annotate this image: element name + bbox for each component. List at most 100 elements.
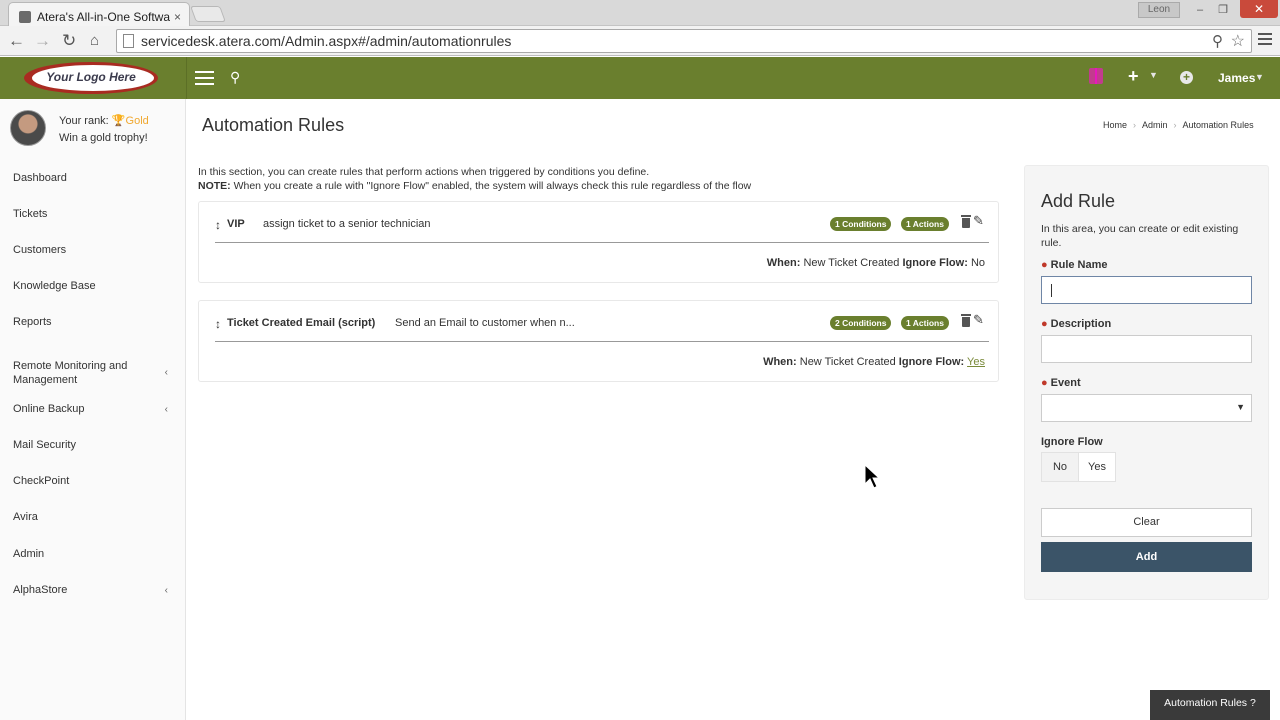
- event-label: ● Event: [1041, 377, 1081, 389]
- actions-badge[interactable]: 1 Actions: [901, 316, 949, 330]
- add-new-caret-icon[interactable]: ▼: [1149, 70, 1158, 80]
- restore-icon[interactable]: ❐: [1215, 2, 1231, 18]
- ignore-flow-label: Ignore Flow:: [902, 257, 968, 269]
- required-marker-icon: ●: [1041, 318, 1048, 330]
- sidebar-item-remote-monitoring-and-management[interactable]: Remote Monitoring and Management ‹: [0, 358, 168, 388]
- sidebar-item-customers[interactable]: Customers: [0, 243, 185, 257]
- hamburger-menu-icon[interactable]: [195, 71, 214, 85]
- logo-text: Your Logo Here: [46, 70, 136, 84]
- ignore-flow-value[interactable]: Yes: [967, 356, 985, 368]
- address-bar[interactable]: servicedesk.atera.com/Admin.aspx#/admin/…: [116, 29, 1252, 53]
- breadcrumb-admin[interactable]: Admin: [1142, 120, 1168, 130]
- browser-menu-icon[interactable]: [1258, 33, 1272, 47]
- breadcrumb: Home › Admin › Automation Rules: [1103, 120, 1254, 130]
- sidebar-item-tickets[interactable]: Tickets: [0, 207, 185, 221]
- ignore-flow-yes-button[interactable]: Yes: [1079, 453, 1115, 481]
- required-marker-icon: ●: [1041, 377, 1048, 389]
- sidebar-item-alphastore[interactable]: AlphaStore ‹: [0, 583, 185, 597]
- ignore-flow-label: Ignore Flow:: [898, 356, 965, 368]
- conditions-badge[interactable]: 1 Conditions: [830, 217, 892, 231]
- event-select[interactable]: ▼: [1041, 394, 1252, 422]
- delete-trash-icon[interactable]: [961, 215, 971, 228]
- sidebar-item-knowledge-base[interactable]: Knowledge Base: [0, 279, 185, 293]
- logo[interactable]: Your Logo Here: [24, 62, 158, 94]
- sidebar-item-online-backup[interactable]: Online Backup ‹: [0, 402, 185, 416]
- ignore-flow-toggle: No Yes: [1041, 452, 1116, 482]
- sidebar-item-avira[interactable]: Avira: [0, 510, 185, 524]
- sidebar-item-label: Avira: [13, 511, 38, 523]
- add-rule-help: In this area, you can create or edit exi…: [1041, 223, 1239, 249]
- minimize-icon[interactable]: –: [1192, 2, 1208, 18]
- search-icon[interactable]: ⚲: [230, 69, 240, 86]
- sidebar: Your rank: 🏆Gold Win a gold trophy! Dash…: [0, 99, 186, 720]
- when-value: New Ticket Created: [799, 356, 896, 368]
- gift-icon[interactable]: [1089, 68, 1103, 84]
- sidebar-item-mail-security[interactable]: Mail Security: [0, 438, 185, 452]
- actions-badge[interactable]: 1 Actions: [901, 217, 949, 231]
- description-input[interactable]: [1041, 335, 1252, 363]
- chevron-left-icon: ‹: [164, 584, 168, 596]
- sidebar-item-label: Reports: [13, 316, 52, 328]
- when-label: When:: [766, 257, 801, 269]
- add-button[interactable]: Add: [1041, 542, 1252, 572]
- page-title: Automation Rules: [202, 115, 345, 135]
- reload-icon[interactable]: ↻: [62, 31, 76, 51]
- forward-icon[interactable]: →: [34, 31, 51, 51]
- rule-card[interactable]: ↕ Ticket Created Email (script) Send an …: [198, 300, 999, 382]
- rank-label: Your rank:: [59, 115, 109, 127]
- sidebar-item-label: AlphaStore: [13, 584, 68, 596]
- zoom-icon[interactable]: ⚲: [1212, 32, 1223, 50]
- chevron-down-icon: ▼: [1236, 402, 1245, 412]
- page-icon: [123, 34, 134, 48]
- help-circle-icon[interactable]: +: [1180, 71, 1193, 84]
- browser-tab-bar: Atera's All-in-One Softwa × Leon – ❐ ✕: [0, 0, 1280, 26]
- sidebar-item-label: Dashboard: [13, 172, 67, 184]
- delete-trash-icon[interactable]: [961, 314, 971, 327]
- avatar[interactable]: [10, 110, 46, 146]
- tab-close-icon[interactable]: ×: [174, 10, 181, 24]
- intro-line: In this section, you can create rules th…: [198, 166, 650, 178]
- drag-handle-icon[interactable]: ↕: [215, 317, 221, 331]
- sidebar-item-admin[interactable]: Admin: [0, 547, 185, 561]
- user-menu-caret-icon[interactable]: ▼: [1255, 72, 1264, 82]
- rule-when-line: When: New Ticket Created Ignore Flow: Ye…: [763, 356, 985, 368]
- window-user-badge[interactable]: Leon: [1138, 2, 1180, 18]
- rule-description: Send an Email to customer when n...: [395, 317, 575, 329]
- when-label: When:: [763, 356, 797, 368]
- mouse-cursor-icon: [864, 464, 880, 489]
- help-tab-button[interactable]: Automation Rules ?: [1150, 690, 1270, 720]
- browser-tab[interactable]: Atera's All-in-One Softwa ×: [8, 2, 190, 26]
- edit-pencil-icon[interactable]: ✎: [973, 213, 984, 229]
- sidebar-item-checkpoint[interactable]: CheckPoint: [0, 474, 185, 488]
- rule-name: VIP: [227, 218, 245, 230]
- browser-toolbar: ← → ↻ ⌂ servicedesk.atera.com/Admin.aspx…: [0, 26, 1280, 56]
- home-icon[interactable]: ⌂: [90, 31, 99, 51]
- drag-handle-icon[interactable]: ↕: [215, 218, 221, 232]
- edit-pencil-icon[interactable]: ✎: [973, 312, 984, 328]
- user-menu[interactable]: James: [1218, 71, 1255, 85]
- when-value: New Ticket Created: [803, 257, 900, 269]
- user-rank-box: Your rank: 🏆Gold Win a gold trophy!: [0, 99, 185, 159]
- conditions-badge[interactable]: 2 Conditions: [830, 316, 892, 330]
- intro-text: In this section, you can create rules th…: [198, 165, 751, 193]
- rule-card[interactable]: ↕ VIP assign ticket to a senior technici…: [198, 201, 999, 283]
- new-tab-button[interactable]: [190, 6, 226, 22]
- window-close-icon[interactable]: ✕: [1240, 0, 1278, 18]
- rank-line: Your rank: 🏆Gold: [59, 114, 149, 127]
- sidebar-item-reports[interactable]: Reports: [0, 315, 185, 329]
- browser-tab-title: Atera's All-in-One Softwa: [37, 9, 170, 24]
- add-new-icon[interactable]: +: [1128, 66, 1139, 87]
- clear-button[interactable]: Clear: [1041, 508, 1252, 537]
- chevron-left-icon: ‹: [164, 367, 168, 378]
- breadcrumb-home[interactable]: Home: [1103, 120, 1127, 130]
- ignore-flow-no-button[interactable]: No: [1042, 453, 1079, 481]
- sidebar-item-dashboard[interactable]: Dashboard: [0, 171, 185, 185]
- ignore-flow-value: No: [970, 257, 985, 269]
- rule-name-input[interactable]: [1041, 276, 1252, 304]
- note-text: When you create a rule with "Ignore Flow…: [233, 180, 752, 192]
- note-label: NOTE:: [198, 180, 231, 192]
- bookmark-star-icon[interactable]: ☆: [1231, 31, 1245, 51]
- page-favicon-icon: [19, 10, 31, 23]
- back-icon[interactable]: ←: [8, 31, 25, 51]
- add-rule-title: Add Rule: [1041, 191, 1116, 211]
